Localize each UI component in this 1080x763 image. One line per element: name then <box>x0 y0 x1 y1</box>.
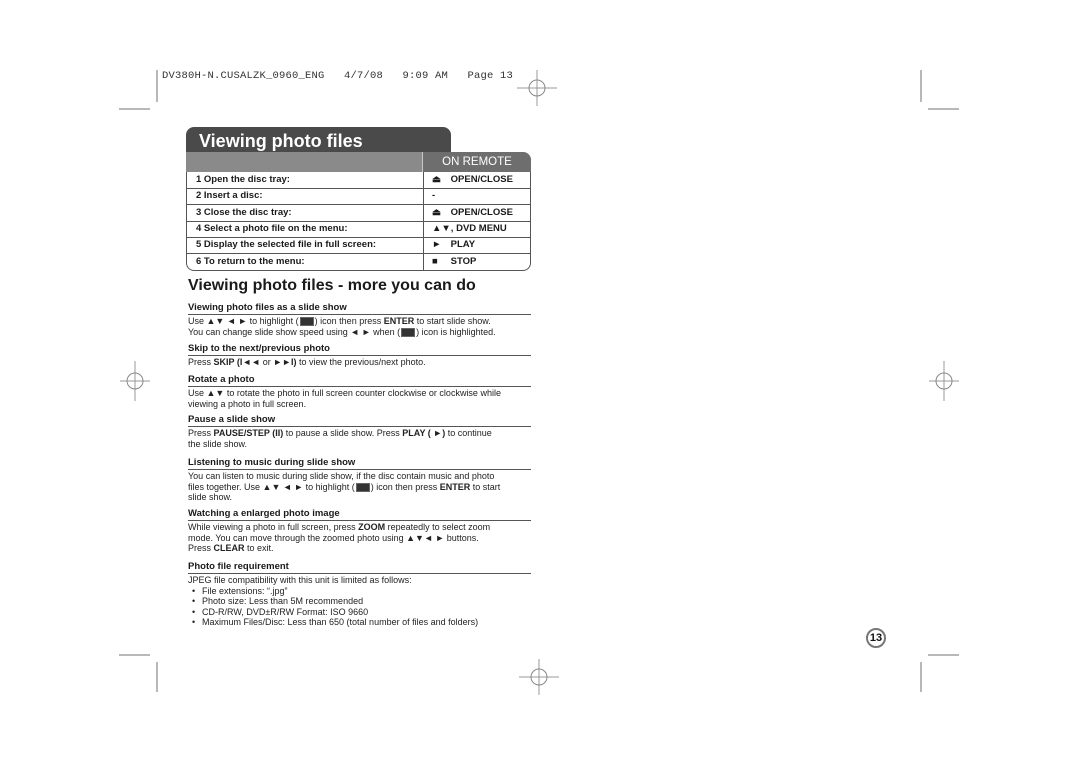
feature-section: Skip to the next/previous photo Press SKI… <box>188 343 531 368</box>
section-body: While viewing a photo in full screen, pr… <box>188 522 491 553</box>
table-body: 1 Open the disc tray: ⏏ OPEN/CLOSE 2 Inser… <box>186 172 531 271</box>
requirements-list: File extensions: “.jpg”Photo size: Less … <box>188 586 531 628</box>
crop-mark <box>920 70 922 102</box>
table-row: 4 Select a photo file on the menu: ▲▼, DV… <box>187 220 530 238</box>
section-heading: Rotate a photo <box>188 374 531 387</box>
print-slug: DV380H-N.CUSALZK_0960_ENG 4/7/08 9:09 AM… <box>162 70 514 82</box>
steps-table: ON REMOTE 1 Open the disc tray: ⏏ OPEN/CL… <box>186 152 531 272</box>
section-body: Use ▲▼ to rotate the photo in full scree… <box>188 388 501 409</box>
section-body: JPEG file compatibility with this unit i… <box>188 575 531 628</box>
intro-text: JPEG file compatibility with this unit i… <box>188 575 412 585</box>
page-title: Viewing photo files <box>186 127 451 155</box>
table-header: ON REMOTE <box>186 152 531 172</box>
list-item: Maximum Files/Disc: Less than 650 (total… <box>192 617 531 628</box>
feature-section: Watching a enlarged photo image While vie… <box>188 508 531 554</box>
table-row: 1 Open the disc tray: ⏏ OPEN/CLOSE <box>187 172 530 189</box>
step-label: 5 Display the selected file in full scre… <box>196 239 377 251</box>
eject-icon: ⏏ <box>432 206 441 218</box>
crop-mark <box>156 70 158 102</box>
crop-mark <box>928 108 959 110</box>
section-heading: Pause a slide show <box>188 414 531 427</box>
section-heading: Watching a enlarged photo image <box>188 508 531 521</box>
crop-mark <box>928 654 959 656</box>
section-title: Viewing photo files - more you can do <box>188 277 476 294</box>
feature-section: Viewing photo files as a slide show Use ▲… <box>188 302 531 337</box>
feature-section: Photo file requirement JPEG file compatib… <box>188 561 531 628</box>
section-heading: Viewing photo files as a slide show <box>188 302 531 315</box>
registration-mark-icon <box>519 657 559 697</box>
step-label: 6 To return to the menu: <box>196 255 305 267</box>
stop-icon: ■ <box>432 255 438 267</box>
section-body: You can listen to music during slide sho… <box>188 471 501 502</box>
step-label: 3 Close the disc tray: <box>196 206 292 218</box>
remote-key: ▲▼, DVD MENU <box>432 222 507 234</box>
section-heading: Listening to music during slide show <box>188 457 531 470</box>
step-label: 4 Select a photo file on the menu: <box>196 222 348 234</box>
music-slideshow-icon <box>355 482 370 492</box>
play-icon: ► <box>432 239 442 251</box>
feature-section: Pause a slide show Press PAUSE/STEP (II) … <box>188 414 531 449</box>
section-heading: Photo file requirement <box>188 561 531 574</box>
section-heading: Skip to the next/previous photo <box>188 343 531 356</box>
table-row: 3 Close the disc tray: ⏏ OPEN/CLOSE <box>187 204 530 222</box>
table-row: 5 Display the selected file in full scre… <box>187 237 530 255</box>
registration-mark-icon <box>924 361 964 401</box>
section-body: Use ▲▼ ◄ ► to highlight () icon then pre… <box>188 316 496 337</box>
speed-icon <box>401 327 416 337</box>
crop-mark <box>156 662 158 692</box>
list-item: CD-R/RW, DVD±R/RW Format: ISO 9660 <box>192 607 531 618</box>
page-number: 13 <box>866 628 886 648</box>
table-row: 2 Insert a disc: - <box>187 188 530 206</box>
registration-mark-icon <box>517 68 557 108</box>
feature-section: Listening to music during slide show You … <box>188 457 531 503</box>
step-label: 1 Open the disc tray: <box>196 174 290 185</box>
remote-key: - <box>432 190 436 202</box>
list-item: Photo size: Less than 5M recommended <box>192 596 531 607</box>
section-body: Press PAUSE/STEP (II) to pause a slide s… <box>188 428 492 449</box>
remote-key: ⏏ OPEN/CLOSE <box>432 205 513 221</box>
on-remote-header: ON REMOTE <box>423 152 531 172</box>
list-item: File extensions: “.jpg” <box>192 586 531 597</box>
remote-key: ⏏ OPEN/CLOSE <box>432 172 513 188</box>
step-label: 2 Insert a disc: <box>196 190 263 202</box>
eject-icon: ⏏ <box>432 174 441 185</box>
crop-mark <box>920 662 922 692</box>
slideshow-icon <box>299 317 314 327</box>
feature-section: Rotate a photo Use ▲▼ to rotate the photo… <box>188 374 531 409</box>
remote-key: ■ STOP <box>432 254 476 270</box>
crop-mark <box>119 108 150 110</box>
registration-mark-icon <box>115 361 155 401</box>
table-row: 6 To return to the menu: ■ STOP <box>187 253 530 270</box>
remote-key: ► PLAY <box>432 237 475 253</box>
crop-mark <box>119 654 150 656</box>
section-body: Press SKIP (I◄◄ or ►►I) to view the prev… <box>188 357 426 367</box>
